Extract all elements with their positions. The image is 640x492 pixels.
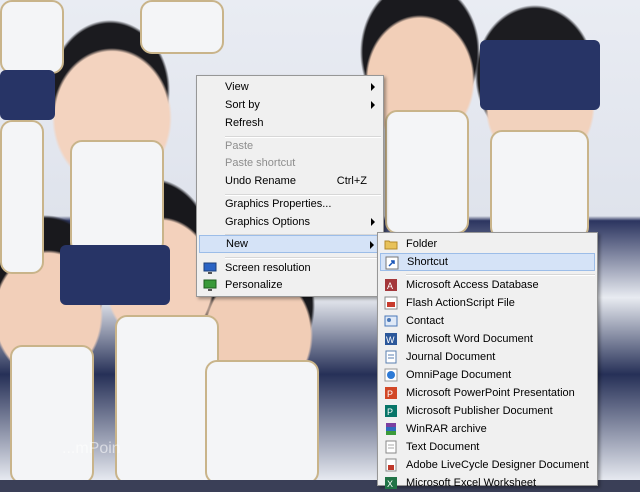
submenu-arrow-icon	[370, 241, 374, 249]
menu-item-graphics-options[interactable]: Graphics Options	[199, 213, 381, 231]
menu-item-undo-rename[interactable]: Undo Rename Ctrl+Z	[199, 172, 381, 190]
menu-item-label: Shortcut	[407, 256, 448, 268]
wallpaper-figure	[480, 40, 600, 110]
menu-item-label: OmniPage Document	[406, 369, 512, 381]
text-document-icon	[385, 440, 397, 454]
new-submenu: Folder Shortcut A Microsoft Access Datab…	[377, 232, 598, 489]
menu-item-label: WinRAR archive	[406, 423, 487, 435]
menu-item-label: New	[226, 238, 249, 250]
menu-item-label: Refresh	[225, 117, 264, 129]
new-flash-actionscript-file[interactable]: Flash ActionScript File	[380, 294, 595, 312]
wallpaper-figure	[140, 0, 224, 54]
wallpaper-figure	[0, 70, 55, 120]
menu-item-label: View	[225, 81, 249, 93]
personalize-icon	[203, 279, 217, 291]
menu-item-label: Journal Document	[406, 351, 496, 363]
menu-item-label: Microsoft PowerPoint Presentation	[406, 387, 575, 399]
wallpaper-figure	[385, 110, 469, 234]
wallpaper-watermark: ...mPoin	[62, 440, 121, 457]
menu-item-label: Microsoft Excel Worksheet	[406, 477, 537, 489]
menu-item-label: Screen resolution	[225, 262, 311, 274]
submenu-arrow-icon	[371, 83, 375, 91]
shortcut-icon	[385, 256, 399, 270]
menu-item-paste[interactable]: Paste	[199, 137, 381, 155]
menu-item-label: Microsoft Word Document	[406, 333, 533, 345]
desktop-context-menu: View Sort by Refresh Paste Paste shortcu…	[196, 75, 384, 297]
wallpaper-figure	[0, 120, 44, 274]
menu-item-screen-resolution[interactable]: Screen resolution	[199, 259, 381, 277]
folder-icon	[384, 240, 398, 250]
new-omnipage-document[interactable]: OmniPage Document	[380, 366, 595, 384]
actionscript-icon	[384, 296, 398, 310]
menu-item-refresh[interactable]: Refresh	[199, 114, 381, 132]
new-winrar-archive[interactable]: WinRAR archive	[380, 420, 595, 438]
menu-item-label: Microsoft Publisher Document	[406, 405, 553, 417]
menu-item-label: Microsoft Access Database	[406, 279, 539, 291]
new-folder[interactable]: Folder	[380, 235, 595, 253]
menu-item-view[interactable]: View	[199, 78, 381, 96]
omnipage-icon	[384, 368, 398, 382]
new-word-document[interactable]: W Microsoft Word Document	[380, 330, 595, 348]
wallpaper-figure	[490, 130, 589, 239]
new-publisher-document[interactable]: P Microsoft Publisher Document	[380, 402, 595, 420]
new-contact[interactable]: Contact	[380, 312, 595, 330]
new-journal-document[interactable]: Journal Document	[380, 348, 595, 366]
submenu-arrow-icon	[371, 218, 375, 226]
word-icon: W	[385, 333, 397, 345]
livecycle-icon	[385, 458, 397, 472]
wallpaper-figure	[205, 360, 319, 480]
wallpaper-figure	[60, 245, 170, 305]
svg-text:W: W	[386, 335, 395, 345]
wallpaper-figure	[0, 0, 64, 74]
contact-icon	[384, 315, 398, 327]
menu-item-paste-shortcut[interactable]: Paste shortcut	[199, 154, 381, 172]
menu-item-label: Folder	[406, 238, 438, 250]
new-livecycle-designer-document[interactable]: Adobe LiveCycle Designer Document	[380, 456, 595, 474]
submenu-arrow-icon	[371, 101, 375, 109]
menu-item-label: Paste shortcut	[225, 157, 296, 169]
menu-item-label: Graphics Properties...	[225, 198, 332, 210]
new-access-database[interactable]: A Microsoft Access Database	[380, 276, 595, 294]
excel-icon: X	[385, 477, 397, 489]
wallpaper-figure	[10, 345, 94, 480]
svg-text:P: P	[387, 407, 393, 417]
menu-item-new[interactable]: New	[199, 235, 381, 253]
menu-item-label: Text Document	[406, 441, 480, 453]
svg-text:P: P	[387, 389, 393, 399]
menu-item-shortcut: Ctrl+Z	[336, 175, 367, 187]
menu-item-label: Contact	[406, 315, 444, 327]
menu-item-personalize[interactable]: Personalize	[199, 276, 381, 294]
new-text-document[interactable]: Text Document	[380, 438, 595, 456]
menu-item-label: Personalize	[225, 279, 283, 291]
wallpaper-figure	[70, 140, 164, 254]
svg-text:X: X	[387, 479, 393, 489]
publisher-icon: P	[385, 405, 397, 417]
menu-item-label: Paste	[225, 140, 254, 152]
new-excel-worksheet[interactable]: X Microsoft Excel Worksheet	[380, 474, 595, 492]
menu-item-sort-by[interactable]: Sort by	[199, 96, 381, 114]
menu-item-label: Undo Rename	[225, 175, 296, 187]
wallpaper-figure	[115, 315, 219, 480]
journal-icon	[385, 350, 397, 364]
menu-item-label: Adobe LiveCycle Designer Document	[406, 459, 589, 471]
access-icon: A	[385, 279, 397, 291]
menu-item-label: Sort by	[225, 99, 260, 111]
menu-item-graphics-properties[interactable]: Graphics Properties...	[199, 195, 381, 213]
new-shortcut[interactable]: Shortcut	[380, 253, 595, 271]
winrar-icon	[386, 423, 396, 435]
svg-text:A: A	[387, 281, 393, 291]
menu-item-label: Graphics Options	[225, 216, 310, 228]
new-powerpoint-presentation[interactable]: P Microsoft PowerPoint Presentation	[380, 384, 595, 402]
menu-item-label: Flash ActionScript File	[406, 297, 515, 309]
screen-resolution-icon	[203, 262, 217, 274]
powerpoint-icon: P	[385, 387, 397, 399]
